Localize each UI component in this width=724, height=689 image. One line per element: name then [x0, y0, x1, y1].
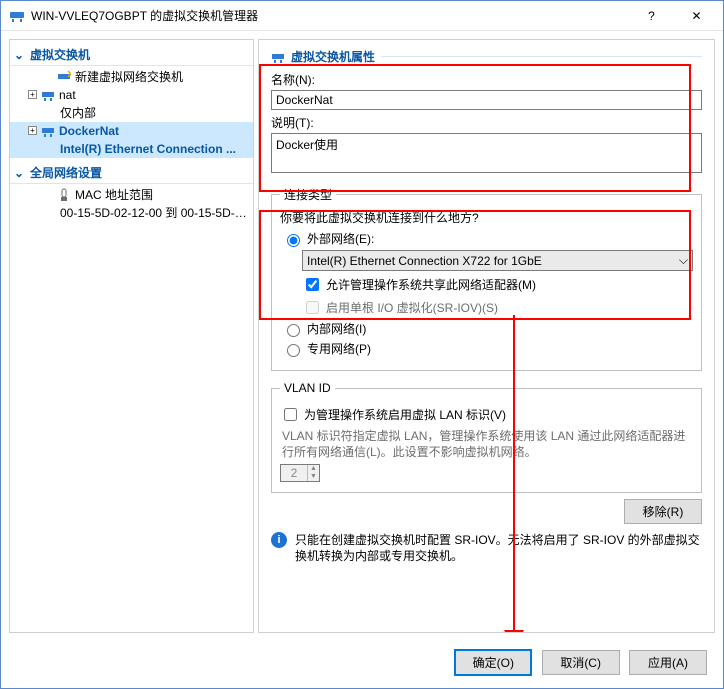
- vlan-hint: VLAN 标识符指定虚拟 LAN，管理操作系统使用该 LAN 通过此网络适配器进…: [282, 428, 693, 460]
- chk-sriov: [306, 301, 319, 314]
- chevron-down-icon: ⌵: [679, 253, 688, 268]
- window-title: WIN-VVLEQ7OGBPT 的虚拟交换机管理器: [31, 7, 629, 24]
- window: WIN-VVLEQ7OGBPT 的虚拟交换机管理器 ? ✕ ⌄ 虚拟交换机 新建…: [0, 0, 724, 689]
- conn-type-legend: 连接类型: [280, 186, 336, 203]
- adapter-select[interactable]: Intel(R) Ethernet Connection X722 for 1G…: [302, 250, 693, 271]
- new-switch-icon: [57, 70, 71, 84]
- tree-section-switches[interactable]: ⌄ 虚拟交换机: [10, 44, 253, 66]
- help-button[interactable]: ?: [629, 1, 674, 30]
- tree-section-global[interactable]: ⌄ 全局网络设置: [10, 162, 253, 184]
- cancel-button[interactable]: 取消(C): [542, 650, 620, 675]
- tree-item-dockernat[interactable]: + DockerNat: [10, 122, 253, 140]
- tree-item-nat-sub[interactable]: 仅内部: [10, 104, 253, 122]
- tree-item-new-switch[interactable]: 新建虚拟网络交换机: [10, 68, 253, 86]
- conn-question: 你要将此虚拟交换机连接到什么地方?: [280, 209, 693, 226]
- sriov-info: i 只能在创建虚拟交换机时配置 SR-IOV。无法将启用了 SR-IOV 的外部…: [271, 532, 702, 564]
- vlan-id-spinner: ▲▼: [280, 464, 320, 482]
- collapse-icon: ⌄: [14, 166, 24, 180]
- radio-internal-row: 内部网络(I): [282, 320, 693, 337]
- radio-private[interactable]: [287, 344, 300, 357]
- radio-private-row: 专用网络(P): [282, 340, 693, 357]
- desc-label: 说明(T):: [271, 114, 702, 131]
- vlan-legend: VLAN ID: [280, 381, 335, 395]
- radio-internal-label: 内部网络(I): [307, 320, 366, 337]
- radio-external-row: 外部网络(E):: [282, 230, 693, 247]
- ok-button[interactable]: 确定(O): [454, 649, 532, 676]
- titlebar: WIN-VVLEQ7OGBPT 的虚拟交换机管理器 ? ✕: [1, 1, 723, 31]
- info-icon: i: [271, 532, 287, 548]
- radio-private-label: 专用网络(P): [307, 340, 371, 357]
- close-button[interactable]: ✕: [674, 1, 719, 30]
- radio-external[interactable]: [287, 234, 300, 247]
- tree-item-mac[interactable]: MAC 地址范围: [10, 186, 253, 204]
- collapse-icon: ⌄: [14, 48, 24, 62]
- tree-panel: ⌄ 虚拟交换机 新建虚拟网络交换机 + nat 仅内部 + DockerNat: [9, 39, 254, 633]
- app-icon: [9, 8, 25, 24]
- expand-icon[interactable]: +: [28, 90, 37, 99]
- mac-range-icon: [57, 188, 71, 202]
- conn-type-group: 连接类型 你要将此虚拟交换机连接到什么地方? 外部网络(E): Intel(R)…: [271, 186, 702, 371]
- switch-icon: [41, 124, 55, 138]
- footer: 确定(O) 取消(C) 应用(A): [1, 641, 723, 688]
- detail-panel: 虚拟交换机属性 名称(N): 说明(T): 连接类型 你要将此虚拟交换机连接到什…: [258, 39, 715, 633]
- vlan-group: VLAN ID 为管理操作系统启用虚拟 LAN 标识(V) VLAN 标识符指定…: [271, 381, 702, 493]
- radio-external-label: 外部网络(E):: [307, 230, 374, 247]
- chk-sriov-label: 启用单根 I/O 虚拟化(SR-IOV)(S): [326, 299, 498, 316]
- tree-item-dockernat-sub[interactable]: Intel(R) Ethernet Connection ...: [10, 140, 253, 158]
- chk-allow-mgmt[interactable]: [306, 278, 319, 291]
- radio-internal[interactable]: [287, 324, 300, 337]
- panel-title: 虚拟交换机属性: [271, 48, 702, 65]
- spinner-arrows: ▲▼: [307, 465, 319, 481]
- tree-item-mac-sub[interactable]: 00-15-5D-02-12-00 到 00-15-5D-0...: [10, 204, 253, 222]
- chk-vlan-label: 为管理操作系统启用虚拟 LAN 标识(V): [304, 406, 506, 423]
- switch-icon: [41, 88, 55, 102]
- switch-icon: [271, 50, 285, 64]
- name-input[interactable]: [271, 90, 702, 110]
- desc-input[interactable]: [271, 133, 702, 173]
- chk-vlan[interactable]: [284, 408, 297, 421]
- tree-item-nat[interactable]: + nat: [10, 86, 253, 104]
- apply-button[interactable]: 应用(A): [629, 650, 707, 675]
- vlan-id-input: [281, 465, 307, 481]
- remove-button[interactable]: 移除(R): [624, 499, 702, 524]
- expand-icon[interactable]: +: [28, 126, 37, 135]
- name-label: 名称(N):: [271, 71, 702, 88]
- chk-allow-mgmt-label: 允许管理操作系统共享此网络适配器(M): [326, 276, 536, 293]
